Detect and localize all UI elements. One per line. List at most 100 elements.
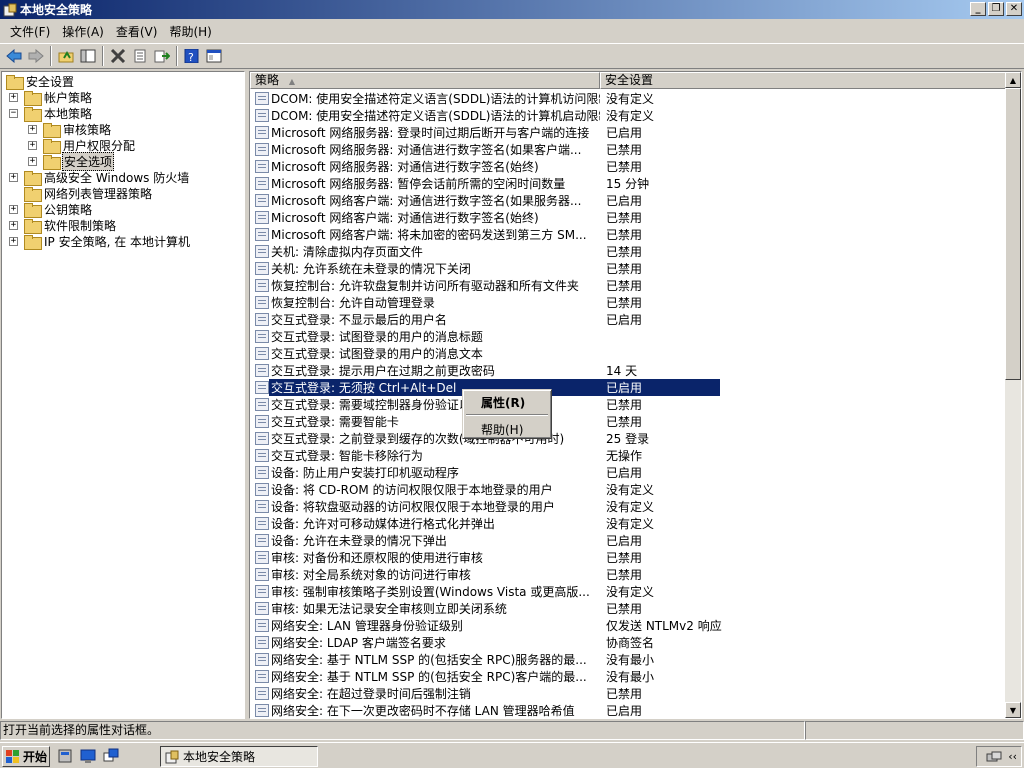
table-row[interactable]: 交互式登录: 之前登录到缓存的次数(域控制器不可用时) 25 登录 [250, 430, 1006, 447]
tree-item-firewall[interactable]: 高级安全 Windows 防火墙 [24, 169, 190, 186]
server-manager-icon[interactable] [57, 748, 73, 764]
table-row[interactable]: DCOM: 使用安全描述符定义语言(SDDL)语法的计算机访问限制 没有定义 [250, 90, 1006, 107]
table-row[interactable]: 交互式登录: 试图登录的用户的消息标题 [250, 328, 1006, 345]
collapse-icon[interactable]: − [9, 109, 18, 118]
restore-button[interactable]: ❐ [988, 2, 1004, 16]
folder-icon [43, 154, 61, 170]
title-bar[interactable]: 本地安全策略 _ ❐ ✕ [0, 0, 1024, 19]
back-arrow-icon[interactable] [3, 45, 25, 67]
table-row[interactable]: Microsoft 网络服务器: 登录时间过期后断开与客户端的连接 已启用 [250, 124, 1006, 141]
table-row[interactable]: 网络安全: 基于 NTLM SSP 的(包括安全 RPC)客户端的最... 没有最… [250, 668, 1006, 685]
tree-item-local-policy[interactable]: 本地策略 [24, 105, 93, 122]
table-row[interactable]: 交互式登录: 智能卡移除行为 无操作 [250, 447, 1006, 464]
expand-icon[interactable]: + [9, 93, 18, 102]
expand-icon[interactable]: + [28, 157, 37, 166]
table-row[interactable]: 设备: 将 CD-ROM 的访问权限仅限于本地登录的用户 没有定义 [250, 481, 1006, 498]
policy-icon [255, 432, 269, 445]
expand-icon[interactable]: + [9, 237, 18, 246]
table-row[interactable]: 网络安全: LAN 管理器身份验证级别 仅发送 NTLMv2 响应 [250, 617, 1006, 634]
table-row[interactable]: 设备: 将软盘驱动器的访问权限仅限于本地登录的用户 没有定义 [250, 498, 1006, 515]
policy-icon [255, 551, 269, 564]
table-row[interactable]: 关机: 清除虚拟内存页面文件 已禁用 [250, 243, 1006, 260]
menu-help[interactable]: 帮助(H) [163, 21, 217, 42]
table-row[interactable]: Microsoft 网络客户端: 对通信进行数字签名(始终) 已禁用 [250, 209, 1006, 226]
scroll-down-button[interactable]: ▼ [1005, 702, 1021, 718]
properties-icon[interactable] [129, 45, 151, 67]
table-row[interactable]: 交互式登录: 试图登录的用户的消息文本 [250, 345, 1006, 362]
console-icon[interactable] [203, 45, 225, 67]
menu-action[interactable]: 操作(A) [56, 21, 110, 42]
table-row-selected[interactable]: 交互式登录: 无须按 Ctrl+Alt+Del 已启用 [250, 379, 1006, 396]
table-row[interactable]: 设备: 允许在未登录的情况下弹出 已启用 [250, 532, 1006, 549]
folder-icon [43, 138, 61, 154]
table-row[interactable]: 审核: 强制审核策略子类别设置(Windows Vista 或更高版... 没有定… [250, 583, 1006, 600]
context-menu-properties[interactable]: 属性(R) [481, 394, 525, 411]
tree-item-public-key[interactable]: 公钥策略 [24, 201, 93, 218]
column-header-policy[interactable]: 策略 ▲ [250, 72, 600, 89]
delete-icon[interactable] [107, 45, 129, 67]
expand-icon[interactable]: + [9, 173, 18, 182]
table-row[interactable]: 交互式登录: 不显示最后的用户名 已启用 [250, 311, 1006, 328]
tree-item-security-options[interactable]: 安全选项 [43, 151, 115, 171]
vertical-scrollbar[interactable]: ▲ ▼ [1005, 72, 1021, 718]
switch-windows-icon[interactable] [103, 748, 119, 764]
table-row[interactable]: 交互式登录: 需要域控制器身份验证以解锁 已禁用 [250, 396, 1006, 413]
table-row[interactable]: Microsoft 网络服务器: 对通信进行数字签名(如果客户端... 已禁用 [250, 141, 1006, 158]
taskbar: 开始 本地安全策略 ‹‹ [0, 742, 1024, 768]
table-row[interactable]: 恢复控制台: 允许自动管理登录 已禁用 [250, 294, 1006, 311]
tree-item-account-policy[interactable]: 帐户策略 [24, 89, 93, 106]
context-menu-help[interactable]: 帮助(H) [481, 421, 523, 438]
scroll-thumb[interactable] [1005, 88, 1021, 380]
table-row[interactable]: 关机: 允许系统在未登录的情况下关闭 已禁用 [250, 260, 1006, 277]
tree-item-ipsec[interactable]: IP 安全策略, 在 本地计算机 [24, 233, 191, 250]
table-row[interactable]: 网络安全: LDAP 客户端签名要求 协商签名 [250, 634, 1006, 651]
table-row[interactable]: 恢复控制台: 允许软盘复制并访问所有驱动器和所有文件夹 已禁用 [250, 277, 1006, 294]
table-row[interactable]: DCOM: 使用安全描述符定义语言(SDDL)语法的计算机启动限制 没有定义 [250, 107, 1006, 124]
taskbar-button-local-security-policy[interactable]: 本地安全策略 [160, 746, 318, 767]
show-desktop-icon[interactable] [80, 748, 96, 764]
table-row[interactable]: Microsoft 网络客户端: 对通信进行数字签名(如果服务器... 已启用 [250, 192, 1006, 209]
table-row[interactable]: Microsoft 网络服务器: 暂停会话前所需的空闲时间数量 15 分钟 [250, 175, 1006, 192]
table-row[interactable]: 网络安全: 在超过登录时间后强制注销 已禁用 [250, 685, 1006, 702]
policy-name: 网络安全: 基于 NTLM SSP 的(包括安全 RPC)服务器的最... [271, 653, 587, 667]
tree-item-software-restriction[interactable]: 软件限制策略 [24, 217, 117, 234]
start-button[interactable]: 开始 [2, 746, 50, 767]
table-row[interactable]: 网络安全: 基于 NTLM SSP 的(包括安全 RPC)服务器的最... 没有最… [250, 651, 1006, 668]
table-row[interactable]: 设备: 允许对可移动媒体进行格式化并弹出 没有定义 [250, 515, 1006, 532]
tree-item-audit-policy[interactable]: 审核策略 [43, 121, 112, 138]
expand-icon[interactable]: + [28, 125, 37, 134]
table-row[interactable]: 网络安全: 在下一次更改密码时不存储 LAN 管理器哈希值 已启用 [250, 702, 1006, 718]
help-icon[interactable]: ? [181, 45, 203, 67]
tree-item-network-list[interactable]: 网络列表管理器策略 [24, 185, 153, 202]
scroll-up-button[interactable]: ▲ [1005, 72, 1021, 88]
export-list-icon[interactable] [151, 45, 173, 67]
table-row[interactable]: Microsoft 网络服务器: 对通信进行数字签名(始终) 已禁用 [250, 158, 1006, 175]
policy-name: 恢复控制台: 允许软盘复制并访问所有驱动器和所有文件夹 [271, 279, 579, 293]
tray-expand-icon[interactable]: ‹‹ [1008, 750, 1017, 763]
policy-name: 设备: 将软盘驱动器的访问权限仅限于本地登录的用户 [271, 500, 555, 514]
forward-arrow-icon[interactable] [25, 45, 47, 67]
tree-item-security-settings[interactable]: 安全设置 [6, 73, 75, 90]
menu-file[interactable]: 文件(F) [4, 21, 56, 42]
table-row[interactable]: Microsoft 网络客户端: 将未加密的密码发送到第三方 SM... 已禁用 [250, 226, 1006, 243]
policy-name: DCOM: 使用安全描述符定义语言(SDDL)语法的计算机启动限制 [271, 109, 600, 123]
network-icon[interactable] [986, 751, 1002, 763]
policy-icon [255, 330, 269, 343]
expand-icon[interactable]: + [28, 141, 37, 150]
table-row[interactable]: 审核: 如果无法记录安全审核则立即关闭系统 已禁用 [250, 600, 1006, 617]
minimize-button[interactable]: _ [970, 2, 986, 16]
table-row[interactable]: 交互式登录: 提示用户在过期之前更改密码 14 天 [250, 362, 1006, 379]
column-header-setting[interactable]: 安全设置 [600, 72, 1006, 89]
toolbar: ? [0, 43, 1024, 69]
show-hide-tree-icon[interactable] [77, 45, 99, 67]
table-row[interactable]: 交互式登录: 需要智能卡 已禁用 [250, 413, 1006, 430]
table-row[interactable]: 审核: 对备份和还原权限的使用进行审核 已禁用 [250, 549, 1006, 566]
up-folder-icon[interactable] [55, 45, 77, 67]
policy-name: 网络安全: LDAP 客户端签名要求 [271, 636, 446, 650]
table-row[interactable]: 设备: 防止用户安装打印机驱动程序 已启用 [250, 464, 1006, 481]
table-row[interactable]: 审核: 对全局系统对象的访问进行审核 已禁用 [250, 566, 1006, 583]
expand-icon[interactable]: + [9, 221, 18, 230]
menu-view[interactable]: 查看(V) [110, 21, 164, 42]
expand-icon[interactable]: + [9, 205, 18, 214]
close-button[interactable]: ✕ [1006, 2, 1022, 16]
